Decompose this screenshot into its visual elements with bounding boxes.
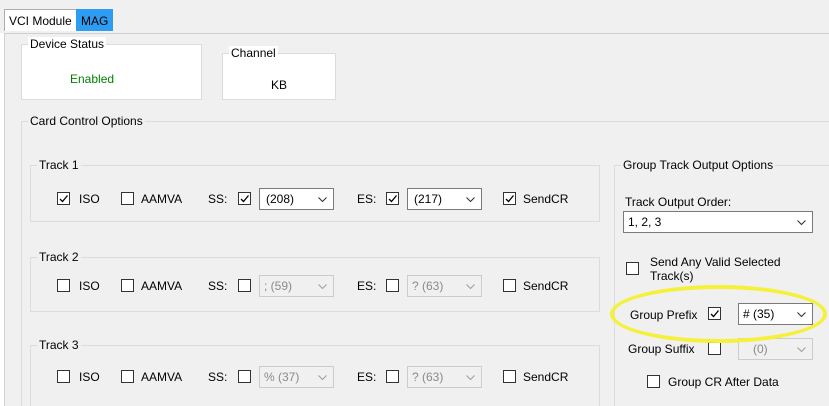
track-3-iso-checkbox[interactable] xyxy=(57,370,70,383)
track-2-ss-label: SS: xyxy=(208,279,228,293)
group-cr-after-data-checkbox[interactable] xyxy=(647,375,660,388)
group-prefix-select[interactable]: # (35) xyxy=(738,303,813,325)
track-1-ss-value: (208) xyxy=(266,192,295,206)
group-prefix-value: # (35) xyxy=(743,307,775,321)
group-prefix-checkbox[interactable] xyxy=(708,307,721,320)
track-2-es-checkbox[interactable] xyxy=(386,279,399,292)
track-2-ss-select[interactable]: ; (59) xyxy=(259,275,334,297)
track-2-sendcr-label: SendCR xyxy=(523,279,569,293)
channel-value: KB xyxy=(271,78,288,92)
track-2-iso-checkbox[interactable] xyxy=(57,279,70,292)
track-2-aamva-label: AAMVA xyxy=(141,279,183,293)
group-suffix-value: (0) xyxy=(753,342,768,356)
track-1-ss-select[interactable]: (208) xyxy=(259,188,334,210)
track-1-es-select[interactable]: (217) xyxy=(407,188,482,210)
track-2-title: Track 2 xyxy=(37,250,81,264)
channel-group: Channel KB xyxy=(222,46,336,100)
check-icon xyxy=(59,195,68,203)
track-3-es-label: ES: xyxy=(357,370,377,384)
device-status-group: Device Status Enabled xyxy=(21,37,202,100)
tab-mag[interactable]: MAG xyxy=(76,9,114,31)
chevron-down-icon xyxy=(466,375,475,381)
send-any-valid-checkbox[interactable] xyxy=(626,262,639,275)
chevron-down-icon xyxy=(797,347,806,353)
chevron-down-icon xyxy=(797,220,806,226)
track-2-ss-checkbox[interactable] xyxy=(238,279,251,292)
channel-title: Channel xyxy=(229,46,278,60)
track-3-ss-select[interactable]: % (37) xyxy=(259,366,334,388)
track-1-es-label: ES: xyxy=(357,192,377,206)
chevron-down-icon xyxy=(318,375,327,381)
track-3-iso-label: ISO xyxy=(79,370,100,384)
group-cr-after-data-label: Group CR After Data xyxy=(668,375,779,389)
track-3-title: Track 3 xyxy=(37,338,81,352)
group-suffix-select[interactable]: (0) xyxy=(738,338,813,360)
track-3-ss-checkbox[interactable] xyxy=(238,370,251,383)
track-2-aamva-checkbox[interactable] xyxy=(121,279,134,292)
device-status-value: Enabled xyxy=(70,72,115,86)
check-icon xyxy=(388,195,397,203)
check-icon xyxy=(710,310,719,318)
track-2-ss-value: ; (59) xyxy=(264,279,293,293)
track-output-order-label: Track Output Order: xyxy=(625,195,732,209)
send-any-valid-label-line2: Track(s) xyxy=(650,269,694,283)
track-1-iso-label: ISO xyxy=(79,192,100,206)
device-status-title: Device Status xyxy=(28,37,107,51)
track-3-ss-value: % (37) xyxy=(264,370,300,384)
track-output-order-value: 1, 2, 3 xyxy=(628,215,662,229)
check-icon xyxy=(240,195,249,203)
track-1-aamva-label: AAMVA xyxy=(141,192,183,206)
send-any-valid-label-line1: Send Any Valid Selected xyxy=(650,255,781,269)
track-2-es-label: ES: xyxy=(357,279,377,293)
track-3-aamva-checkbox[interactable] xyxy=(121,370,134,383)
group-suffix-label: Group Suffix xyxy=(628,342,695,356)
chevron-down-icon xyxy=(318,197,327,203)
chevron-down-icon xyxy=(797,312,806,318)
chevron-down-icon xyxy=(466,197,475,203)
card-control-options-title: Card Control Options xyxy=(28,114,145,128)
track-1-sendcr-checkbox[interactable] xyxy=(503,192,516,205)
track-2-sendcr-checkbox[interactable] xyxy=(503,279,516,292)
track-output-order-select[interactable]: 1, 2, 3 xyxy=(623,211,813,233)
group-suffix-checkbox[interactable] xyxy=(708,342,721,355)
track-3-sendcr-label: SendCR xyxy=(523,370,569,384)
track-1-ss-checkbox[interactable] xyxy=(238,192,251,205)
track-1-title: Track 1 xyxy=(37,158,81,172)
tab-vci-module-1[interactable]: VCI Module 1 xyxy=(4,9,87,31)
track-3-ss-label: SS: xyxy=(208,370,228,384)
track-1-es-checkbox[interactable] xyxy=(386,192,399,205)
chevron-down-icon xyxy=(318,284,327,290)
track-1-iso-checkbox[interactable] xyxy=(57,192,70,205)
track-2-es-value: ? (63) xyxy=(412,279,444,293)
track-1-aamva-checkbox[interactable] xyxy=(121,192,134,205)
track-3-aamva-label: AAMVA xyxy=(141,370,183,384)
check-icon xyxy=(505,195,514,203)
track-3-es-checkbox[interactable] xyxy=(386,370,399,383)
track-1-es-value: (217) xyxy=(414,192,443,206)
track-2-es-select[interactable]: ? (63) xyxy=(407,275,482,297)
track-3-es-select[interactable]: ? (63) xyxy=(407,366,482,388)
track-1-ss-label: SS: xyxy=(208,192,228,206)
track-1-sendcr-label: SendCR xyxy=(523,192,569,206)
chevron-down-icon xyxy=(466,284,475,290)
group-track-output-title: Group Track Output Options xyxy=(621,158,776,172)
track-3-sendcr-checkbox[interactable] xyxy=(503,370,516,383)
track-2-iso-label: ISO xyxy=(79,279,100,293)
tab-strip: VCI Module 1 MAG xyxy=(0,0,829,33)
group-prefix-label: Group Prefix xyxy=(630,308,698,322)
track-3-es-value: ? (63) xyxy=(412,370,444,384)
